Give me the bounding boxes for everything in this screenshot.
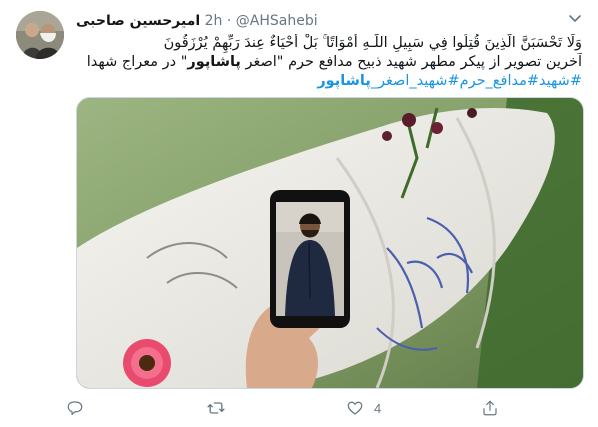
tweet-text-line-2: آخرین تصویر از پیکر مطهر شهید ذبیح مدافع…: [76, 53, 582, 72]
tweet-header: 2h · @AHSahebi امیرحسین صاحبی: [76, 10, 566, 32]
hashtag-pashapour[interactable]: پاشاپور: [317, 73, 370, 89]
user-handle[interactable]: @AHSahebi: [236, 13, 318, 29]
separator: ·: [226, 13, 232, 29]
tweet-photo[interactable]: [76, 97, 584, 389]
hashtag-line: #شهید#مدافع_حرم#شهید_اصغر_پاشاپور: [76, 72, 582, 91]
reply-icon: [67, 401, 83, 415]
hashtag-modafe-haram[interactable]: #مدافع_حرم: [460, 73, 539, 89]
tweet-text-line-2-bold: پاشاپور: [187, 54, 241, 70]
like-count: 4: [374, 400, 382, 416]
tweet-text: وَلَا تَحْسَبَنَّ الَّذِينَ قُتِلُوا فِي…: [76, 34, 582, 91]
share-icon: [483, 400, 497, 416]
tweet-text-line-2-pre: آخرین تصویر از پیکر مطهر شهید ذبیح مدافع…: [240, 54, 582, 70]
heart-icon: [347, 401, 363, 415]
tweet-actions: 4: [66, 396, 506, 420]
hashtag-shahid-asghar[interactable]: #شهید_اصغر_: [371, 73, 460, 89]
avatar[interactable]: [16, 11, 64, 59]
share-button[interactable]: [481, 396, 499, 420]
chevron-down-icon: [569, 15, 581, 22]
reply-button[interactable]: [66, 396, 94, 420]
tweet-text-line-2-post: " در معراج شهدا: [86, 54, 188, 70]
like-button[interactable]: 4: [346, 396, 381, 420]
photo-illustration: [77, 98, 583, 388]
pink-flower: [123, 339, 171, 387]
retweet-button[interactable]: [206, 396, 236, 420]
hashtag-shahid[interactable]: #شهید: [539, 73, 582, 89]
tweet-text-line-1: وَلَا تَحْسَبَنَّ الَّذِينَ قُتِلُوا فِي…: [163, 35, 582, 51]
tweet-card[interactable]: 2h · @AHSahebi امیرحسین صاحبی وَلَا تَحْ…: [0, 0, 598, 427]
tweet-options-button[interactable]: [565, 8, 585, 28]
retweet-icon: [207, 402, 225, 414]
user-name[interactable]: امیرحسین صاحبی: [76, 13, 200, 29]
tweet-time[interactable]: 2h: [205, 13, 223, 29]
